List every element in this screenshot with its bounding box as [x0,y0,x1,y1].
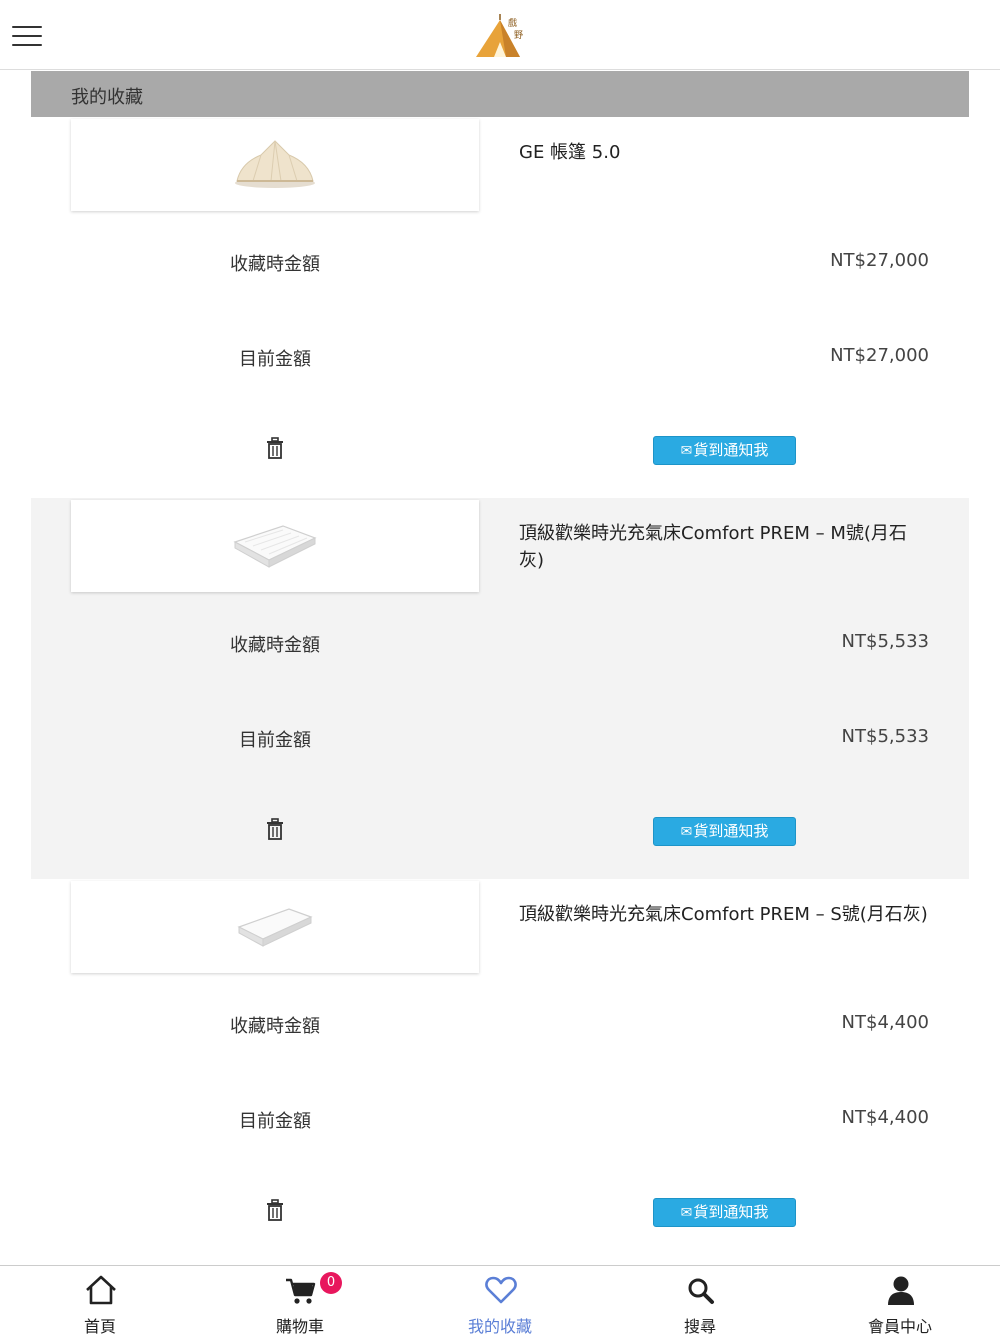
trash-icon[interactable] [266,1199,284,1221]
notify-me-button[interactable]: ✉貨到通知我 [653,817,796,846]
svg-text:戲: 戲 [508,17,517,29]
nav-home-label: 首頁 [83,1317,116,1334]
cart-icon [286,1278,316,1304]
current-price-label: 目前金額 [239,730,311,751]
nav-member-label: 會員中心 [867,1317,932,1334]
bottom-nav: 首頁 0 購物車 我的收藏 搜尋 會員中心 [0,1265,1000,1334]
current-price-value: NT$5,533 [841,726,929,747]
home-icon [86,1275,116,1305]
favorites-section-header: 我的收藏 [31,71,969,117]
notify-button-label: 貨到通知我 [693,822,769,840]
product-image[interactable] [71,500,479,592]
envelope-icon: ✉ [680,824,693,840]
product-name[interactable]: 頂級歡樂時光充氣床Comfort PREM – S號(月石灰) [519,901,929,928]
trash-icon[interactable] [266,437,284,459]
bell-tent-image [235,140,315,188]
top-bar: 戲 野 [0,0,1000,70]
favorite-item: GE 帳篷 5.0 收藏時金額 NT$27,000 目前金額 NT$27,000… [31,117,969,498]
current-price-value: NT$27,000 [830,345,929,366]
section-title: 我的收藏 [71,87,143,108]
search-icon [688,1278,714,1304]
saved-price-label: 收藏時金額 [230,1016,320,1037]
svg-text:野: 野 [514,30,523,41]
saved-price-value: NT$27,000 [830,250,929,271]
user-icon [888,1276,914,1305]
hamburger-menu-icon[interactable] [12,26,42,48]
saved-price-label: 收藏時金額 [230,635,320,656]
saved-price-label: 收藏時金額 [230,254,320,275]
notify-me-button[interactable]: ✉貨到通知我 [653,436,796,465]
air-mattress-m-image [233,525,317,568]
current-price-label: 目前金額 [239,1111,311,1132]
current-price-value: NT$4,400 [841,1107,929,1128]
air-mattress-s-image [237,908,313,947]
notify-button-label: 貨到通知我 [693,441,769,459]
tent-logo-icon[interactable]: 戲 野 [472,12,528,62]
nav-home[interactable]: 首頁 [0,1266,200,1334]
nav-search[interactable]: 搜尋 [600,1266,800,1334]
product-image[interactable] [71,881,479,973]
favorite-item: 頂級歡樂時光充氣床Comfort PREM – S號(月石灰) 收藏時金額 NT… [31,879,969,1260]
product-name[interactable]: GE 帳篷 5.0 [519,139,929,166]
envelope-icon: ✉ [680,1205,693,1221]
nav-search-label: 搜尋 [683,1317,716,1334]
trash-icon[interactable] [266,818,284,840]
notify-button-label: 貨到通知我 [693,1203,769,1221]
cart-count-badge: 0 [320,1272,342,1294]
saved-price-value: NT$5,533 [841,631,929,652]
notify-me-button[interactable]: ✉貨到通知我 [653,1198,796,1227]
saved-price-value: NT$4,400 [841,1012,929,1033]
product-image[interactable] [71,119,479,211]
nav-cart[interactable]: 0 購物車 [200,1266,400,1334]
favorite-item: 頂級歡樂時光充氣床Comfort PREM – M號(月石灰) 收藏時金額 NT… [31,498,969,879]
nav-favorites-label: 我的收藏 [467,1317,532,1334]
heart-icon [485,1276,517,1304]
nav-favorites[interactable]: 我的收藏 [400,1266,600,1334]
envelope-icon: ✉ [680,443,693,459]
product-name[interactable]: 頂級歡樂時光充氣床Comfort PREM – M號(月石灰) [519,520,929,574]
nav-member[interactable]: 會員中心 [800,1266,1000,1334]
current-price-label: 目前金額 [239,349,311,370]
nav-cart-label: 購物車 [275,1317,324,1334]
